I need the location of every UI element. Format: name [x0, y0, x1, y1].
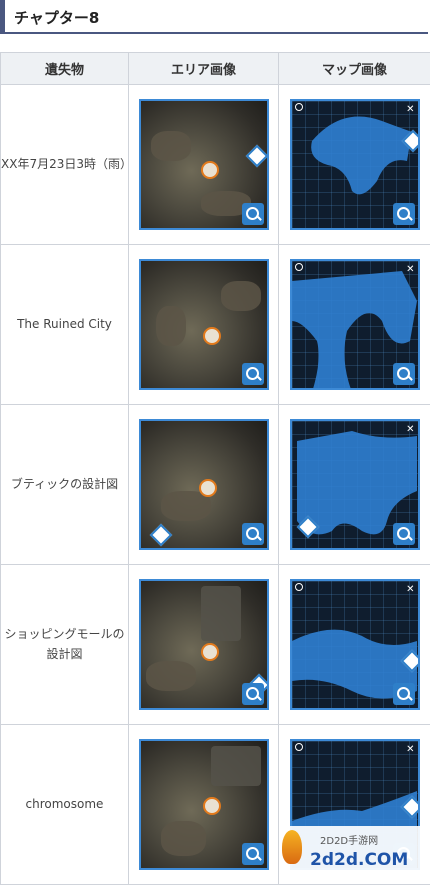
map-image-cell: ✕ [279, 565, 430, 725]
map-image[interactable]: ✕ [290, 259, 420, 390]
player-icon [199, 479, 217, 497]
watermark-small-text: 2D2D手游网 [320, 832, 378, 847]
zoom-icon[interactable] [242, 523, 264, 545]
map-image-cell: ✕ [279, 245, 430, 405]
item-name: The Ruined City [1, 245, 129, 405]
map-image[interactable]: ✕ [290, 99, 420, 230]
zoom-icon[interactable] [242, 203, 264, 225]
zoom-icon[interactable] [393, 363, 415, 385]
header-lost-item: 遺失物 [1, 53, 129, 85]
zoom-icon[interactable] [393, 203, 415, 225]
chapter-title: チャプター8 [14, 7, 99, 28]
area-image[interactable] [139, 99, 269, 230]
close-icon: ✕ [406, 742, 414, 758]
item-name: chromosome [1, 725, 129, 885]
close-icon: ✕ [406, 102, 414, 118]
watermark-logo: 2D2D手游网 2d2d.COM [280, 826, 430, 883]
area-image[interactable] [139, 419, 269, 550]
area-image-cell [129, 245, 279, 405]
header-area-image: エリア画像 [129, 53, 279, 85]
area-image-cell [129, 725, 279, 885]
item-name: XX年7月23日3時（雨） [1, 85, 129, 245]
table-row: ショッピングモールの設計図 ✕ [1, 565, 430, 725]
zoom-icon[interactable] [393, 683, 415, 705]
area-image[interactable] [139, 739, 269, 870]
table-row: The Ruined City ✕ [1, 245, 430, 405]
chapter-heading: チャプター8 [0, 0, 428, 34]
area-image[interactable] [139, 579, 269, 710]
lost-item-marker-icon [245, 145, 268, 168]
close-icon: ✕ [406, 262, 414, 278]
close-icon: ✕ [406, 422, 414, 438]
map-image[interactable]: ✕ [290, 579, 420, 710]
player-icon [203, 797, 221, 815]
flame-icon [282, 830, 302, 864]
item-name: ショッピングモールの設計図 [1, 565, 129, 725]
map-image[interactable]: ✕ [290, 419, 420, 550]
map-image-cell: ✕ [279, 405, 430, 565]
pin-icon [295, 263, 303, 271]
area-image-cell [129, 85, 279, 245]
header-map-image: マップ画像 [279, 53, 430, 85]
player-icon [201, 643, 219, 661]
watermark-big-text: 2d2d.COM [310, 850, 408, 870]
zoom-icon[interactable] [242, 363, 264, 385]
area-image[interactable] [139, 259, 269, 390]
item-name: ブティックの設計図 [1, 405, 129, 565]
area-image-cell [129, 405, 279, 565]
map-image-cell: ✕ [279, 85, 430, 245]
table-row: XX年7月23日3時（雨） ✕ [1, 85, 430, 245]
player-icon [203, 327, 221, 345]
pin-icon [295, 583, 303, 591]
zoom-icon[interactable] [242, 843, 264, 865]
pin-icon [295, 103, 303, 111]
player-icon [201, 161, 219, 179]
table-row: ブティックの設計図 ✕ [1, 405, 430, 565]
zoom-icon[interactable] [393, 523, 415, 545]
lost-items-table: 遺失物 エリア画像 マップ画像 XX年7月23日3時（雨） ✕ [0, 52, 430, 885]
lost-item-marker-icon [149, 524, 172, 547]
table-header-row: 遺失物 エリア画像 マップ画像 [1, 53, 430, 85]
close-icon: ✕ [406, 582, 414, 598]
pin-icon [295, 743, 303, 751]
area-image-cell [129, 565, 279, 725]
zoom-icon[interactable] [242, 683, 264, 705]
